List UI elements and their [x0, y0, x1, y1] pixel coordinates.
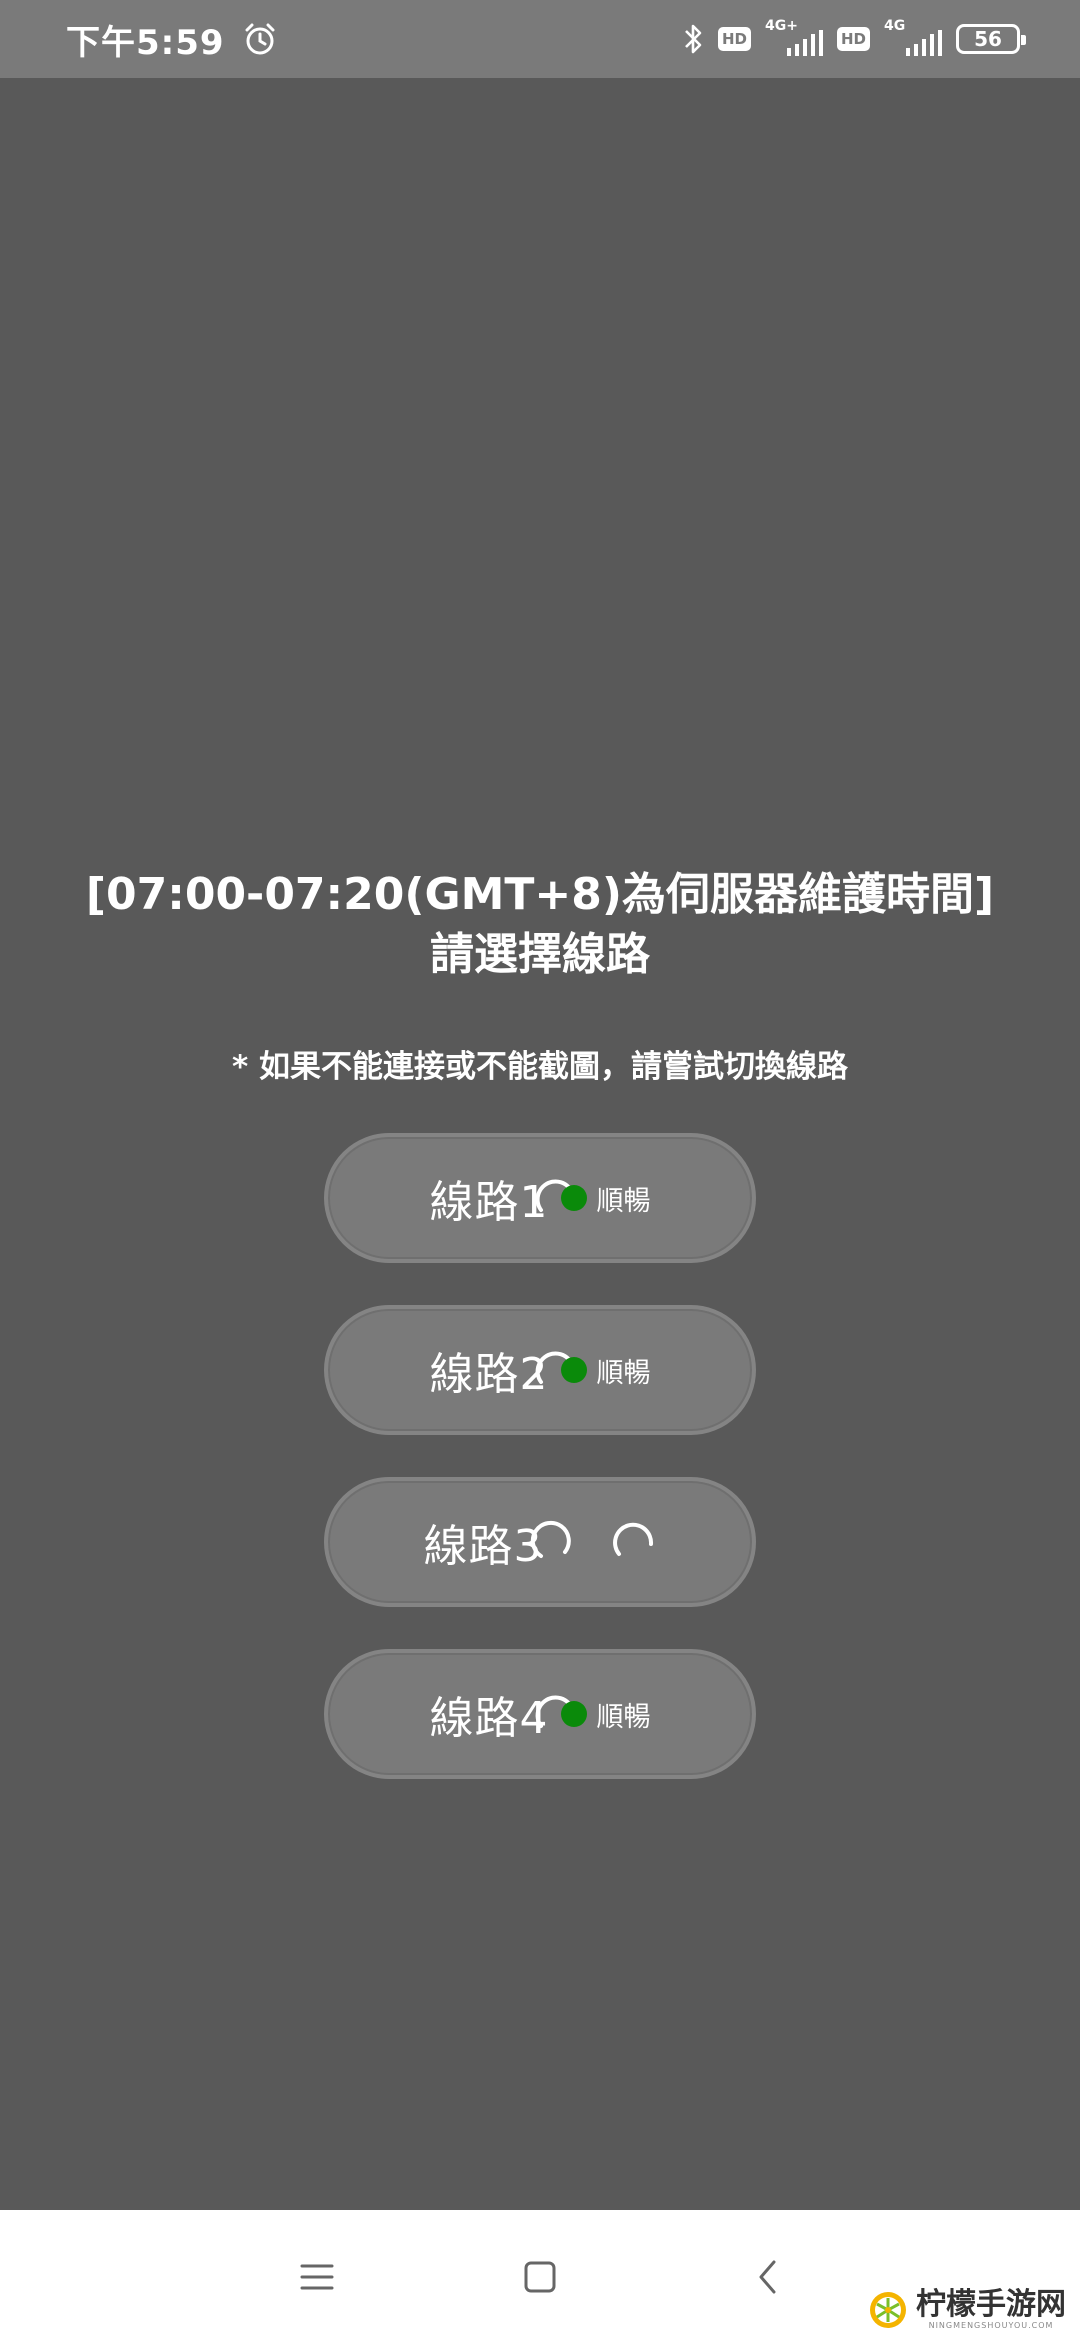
- menu-lines-icon[interactable]: [292, 2252, 342, 2302]
- battery-level: 56: [974, 27, 1002, 51]
- navigation-bar: 柠檬手游网 NINGMENGSHOUYOU.COM: [0, 2210, 1080, 2340]
- loading-spinner-icon: [530, 1520, 571, 1558]
- route-status: 順暢: [596, 1701, 651, 1733]
- watermark: 柠檬手游网 NINGMENGSHOUYOU.COM: [868, 2289, 1066, 2330]
- switch-route-notice: * 如果不能連接或不能截圖，請嘗試切換線路: [231, 1049, 848, 1085]
- route-label: 線路1: [429, 1177, 549, 1228]
- loading-spinner-icon: [612, 1522, 653, 1556]
- route-button-1[interactable]: 線路1 順暢: [324, 1133, 756, 1263]
- watermark-title: 柠檬手游网: [916, 2287, 1066, 2322]
- route-label: 線路4: [429, 1693, 549, 1744]
- signal-bars-icon: 4G+: [765, 18, 823, 56]
- lemon-logo-icon: [870, 2291, 906, 2328]
- signal-bars-icon-2: 4G: [884, 18, 942, 56]
- back-chevron-icon[interactable]: [743, 2252, 793, 2302]
- status-dot: [560, 1701, 587, 1727]
- status-right: HD 4G+ HD 4G 56: [682, 18, 1026, 56]
- status-time: 下午5:59: [66, 22, 225, 63]
- hd-badge: HD: [717, 27, 751, 51]
- route-select-overlay: [07:00-07:20(GMT+8)為伺服器維護時間] 請選擇線路 * 如果不…: [0, 78, 1080, 2210]
- home-square-icon[interactable]: [515, 2252, 565, 2302]
- watermark-text: 柠檬手游网 NINGMENGSHOUYOU.COM: [916, 2287, 1066, 2331]
- route-status: 順暢: [596, 1185, 651, 1217]
- route-button-2[interactable]: 線路2 順暢: [324, 1305, 756, 1435]
- watermark-subtitle: NINGMENGSHOUYOU.COM: [928, 2321, 1054, 2330]
- hd-badge-2: HD: [836, 27, 870, 51]
- status-bar: 下午5:59 HD 4G+ HD 4G 56: [0, 0, 1080, 78]
- route-label: 線路3: [423, 1521, 543, 1572]
- bluetooth-icon: [685, 24, 702, 54]
- route-button-3[interactable]: 線路3: [324, 1477, 756, 1607]
- status-left: 下午5:59: [66, 15, 277, 64]
- route-status: 順暢: [596, 1357, 651, 1389]
- status-dot: [560, 1357, 587, 1383]
- status-dot: [560, 1185, 587, 1211]
- route-button-4[interactable]: 線路4 順暢: [324, 1649, 756, 1779]
- alarm-clock-icon: [245, 23, 275, 55]
- route-label: 線路2: [429, 1349, 549, 1400]
- battery-icon: 56: [956, 24, 1026, 54]
- select-route-title: 請選擇線路: [430, 929, 650, 980]
- maintenance-title: [07:00-07:20(GMT+8)為伺服器維護時間]: [85, 869, 995, 920]
